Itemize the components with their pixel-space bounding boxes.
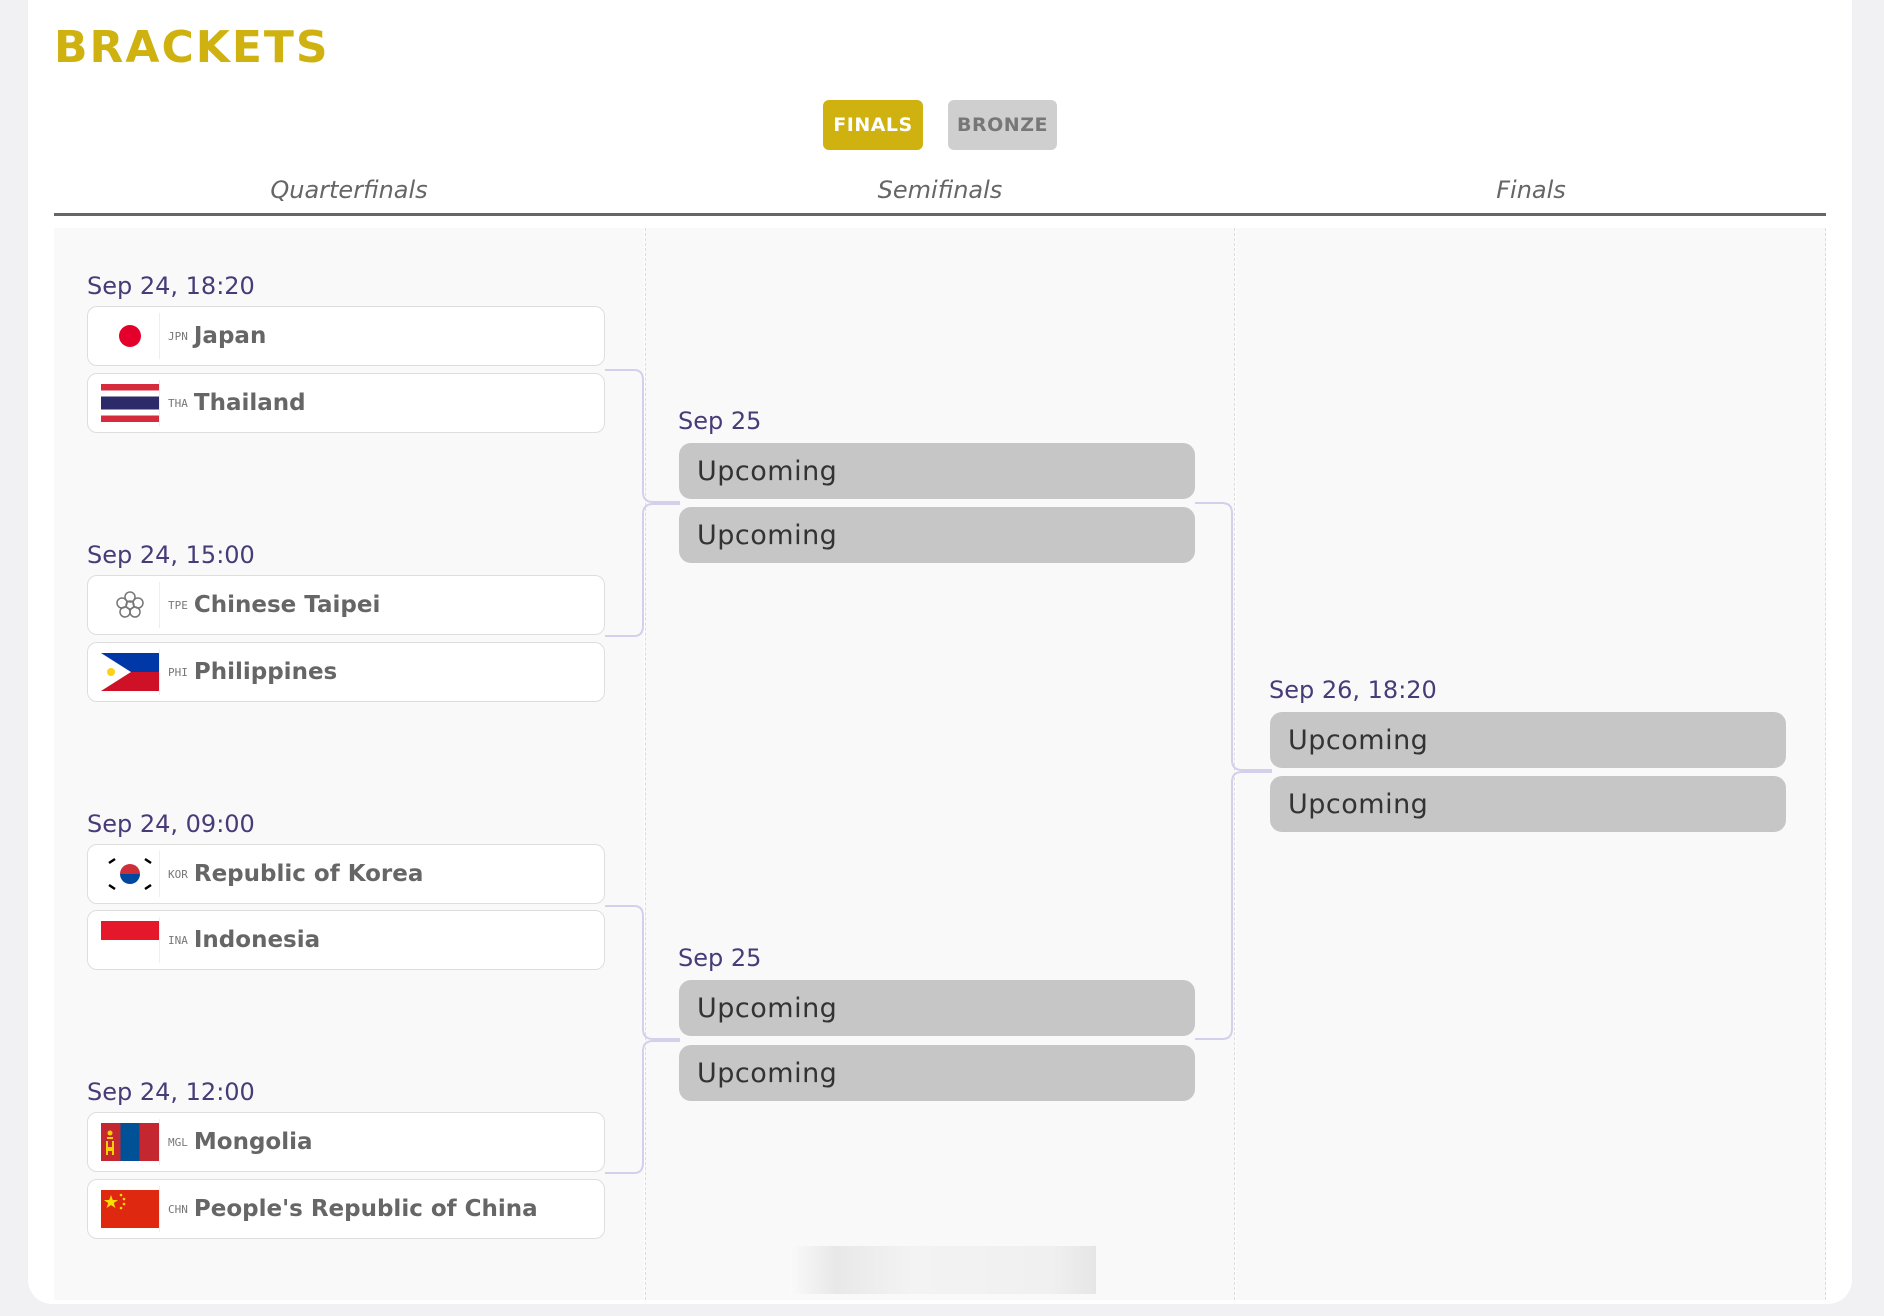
connector-line [605, 1040, 680, 1174]
team-name: Chinese Taipei [193, 592, 381, 618]
team-code: CHN [168, 1202, 188, 1216]
match-slot-upcoming[interactable]: Upcoming [679, 443, 1195, 499]
connector-line [1195, 502, 1272, 771]
team-row-china[interactable]: CHN People's Republic of China [87, 1179, 605, 1239]
flag-indonesia-icon [100, 921, 159, 959]
team-code: MGL [168, 1135, 188, 1149]
match-slot-upcoming[interactable]: Upcoming [679, 507, 1195, 563]
loading-placeholder [790, 1246, 1096, 1294]
match-date: Sep 24, 12:00 [87, 1078, 255, 1106]
connector-line [1195, 771, 1272, 1040]
flag-mongolia-icon [100, 1123, 159, 1161]
team-code: PHI [168, 665, 188, 679]
flag-korea-icon [100, 855, 159, 893]
match-date: Sep 25 [678, 944, 762, 972]
team-row-thailand[interactable]: THA Thailand [87, 373, 605, 433]
team-row-korea[interactable]: KOR Republic of Korea [87, 844, 605, 904]
team-name: Japan [193, 323, 267, 349]
match-date: Sep 24, 18:20 [87, 272, 255, 300]
team-code: KOR [168, 867, 188, 881]
team-name: Mongolia [193, 1129, 313, 1155]
flag-philippines-icon [100, 653, 159, 691]
team-row-philippines[interactable]: PHI Philippines [87, 642, 605, 702]
team-row-japan[interactable]: JPN Japan [87, 306, 605, 366]
flag-thailand-icon [100, 384, 159, 422]
match-slot-upcoming[interactable]: Upcoming [1270, 712, 1786, 768]
team-row-indonesia[interactable]: INA Indonesia [87, 910, 605, 970]
connector-line [605, 905, 680, 1040]
flag-japan-icon [100, 317, 159, 355]
team-row-chinese-taipei[interactable]: TPE Chinese Taipei [87, 575, 605, 635]
team-code: THA [168, 396, 188, 410]
match-date: Sep 24, 15:00 [87, 541, 255, 569]
team-name: Republic of Korea [193, 861, 424, 887]
match-date: Sep 25 [678, 407, 762, 435]
team-name: Thailand [193, 390, 306, 416]
team-code: TPE [168, 598, 188, 612]
team-code: JPN [168, 329, 188, 343]
team-row-mongolia[interactable]: MGL Mongolia [87, 1112, 605, 1172]
flag-china-icon [100, 1190, 159, 1228]
team-name: People's Republic of China [193, 1196, 538, 1222]
match-slot-upcoming[interactable]: Upcoming [679, 980, 1195, 1036]
connector-line [605, 369, 680, 503]
match-slot-upcoming[interactable]: Upcoming [679, 1045, 1195, 1101]
match-slot-upcoming[interactable]: Upcoming [1270, 776, 1786, 832]
connector-line [605, 503, 680, 637]
team-code: INA [168, 933, 188, 947]
flag-chinese-taipei-icon [100, 586, 159, 624]
match-date: Sep 26, 18:20 [1269, 676, 1437, 704]
team-name: Indonesia [193, 927, 321, 953]
match-date: Sep 24, 09:00 [87, 810, 255, 838]
team-name: Philippines [193, 659, 338, 685]
